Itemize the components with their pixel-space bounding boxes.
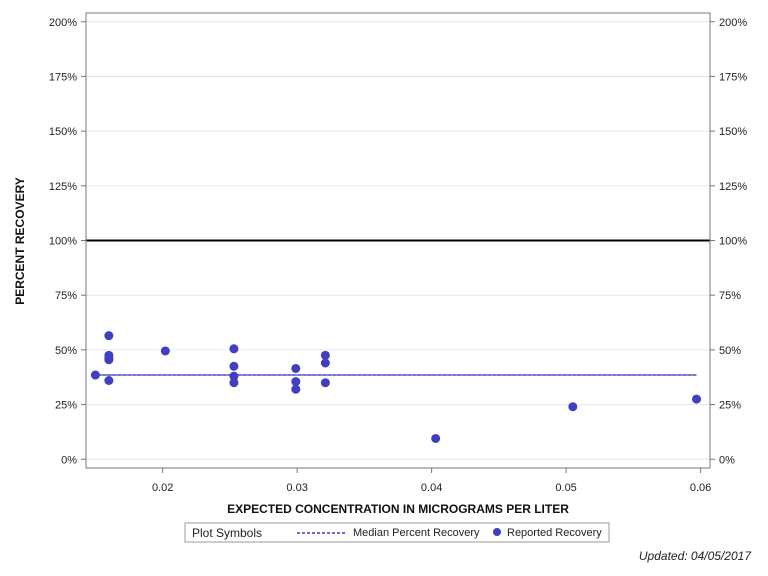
x-tick-label: 0.02: [152, 482, 173, 494]
y-axis-title: PERCENT RECOVERY: [13, 177, 27, 305]
y-tick-label-right: 125%: [719, 181, 747, 193]
y-tick-label-right: 0%: [719, 454, 735, 466]
x-tick-label: 0.04: [421, 482, 442, 494]
data-point: [160, 346, 170, 356]
y-axis-left: 0% 25% 50% 75% 100% 125% 150% 175% 200%: [49, 17, 86, 466]
y-tick-label-left: 25%: [55, 400, 77, 412]
y-tick-label-right: 50%: [719, 345, 741, 357]
y-tick-label-left: 125%: [49, 181, 77, 193]
y-tick-label-right: 100%: [719, 236, 747, 248]
data-point: [291, 384, 301, 394]
x-tick-label: 0.05: [555, 482, 576, 494]
legend-median-label: Median Percent Recovery: [353, 527, 480, 539]
y-axis-right: 0% 25% 50% 75% 100% 125% 150% 175% 200%: [710, 17, 747, 466]
y-tick-label-left: 200%: [49, 17, 77, 29]
data-point: [568, 402, 578, 412]
data-points: [90, 331, 702, 443]
updated-footnote: Updated: 04/05/2017: [639, 549, 752, 563]
y-tick-label-right: 150%: [719, 126, 747, 138]
data-point: [229, 344, 239, 354]
y-tick-label-left: 100%: [49, 236, 77, 248]
x-tick-label: 0.06: [690, 482, 711, 494]
y-tick-label-left: 0%: [61, 454, 77, 466]
data-point: [291, 363, 301, 373]
x-axis-title: EXPECTED CONCENTRATION IN MICROGRAMS PER…: [227, 502, 569, 516]
y-tick-label-right: 175%: [719, 71, 747, 83]
data-point: [104, 331, 114, 341]
chart: 0% 25% 50% 75% 100% 125% 150% 175% 200% 0% 25% 50%…: [13, 12, 752, 563]
data-point: [291, 377, 301, 387]
y-tick-label-right: 75%: [719, 290, 741, 302]
y-tick-label-right: 25%: [719, 400, 741, 412]
legend-title: Plot Symbols: [192, 526, 262, 540]
x-tick-label: 0.03: [286, 482, 307, 494]
y-tick-label-left: 75%: [55, 290, 77, 302]
data-point: [229, 361, 239, 371]
y-tick-label-left: 175%: [49, 71, 77, 83]
legend-recovery-swatch: [493, 528, 501, 536]
data-point: [104, 355, 114, 365]
data-point: [320, 350, 330, 360]
y-tick-label-right: 200%: [719, 17, 747, 29]
legend-recovery-label: Reported Recovery: [507, 527, 602, 539]
data-point: [431, 433, 441, 443]
data-point: [90, 370, 100, 380]
data-point: [692, 394, 702, 404]
data-point: [320, 378, 330, 388]
y-tick-label-left: 50%: [55, 345, 77, 357]
y-tick-label-left: 150%: [49, 126, 77, 138]
x-axis: 0.02 0.03 0.04 0.05 0.06: [152, 468, 711, 494]
legend: Plot Symbols Median Percent Recovery Rep…: [184, 522, 610, 543]
data-point: [320, 358, 330, 368]
data-point: [229, 378, 239, 388]
data-point: [104, 376, 114, 385]
